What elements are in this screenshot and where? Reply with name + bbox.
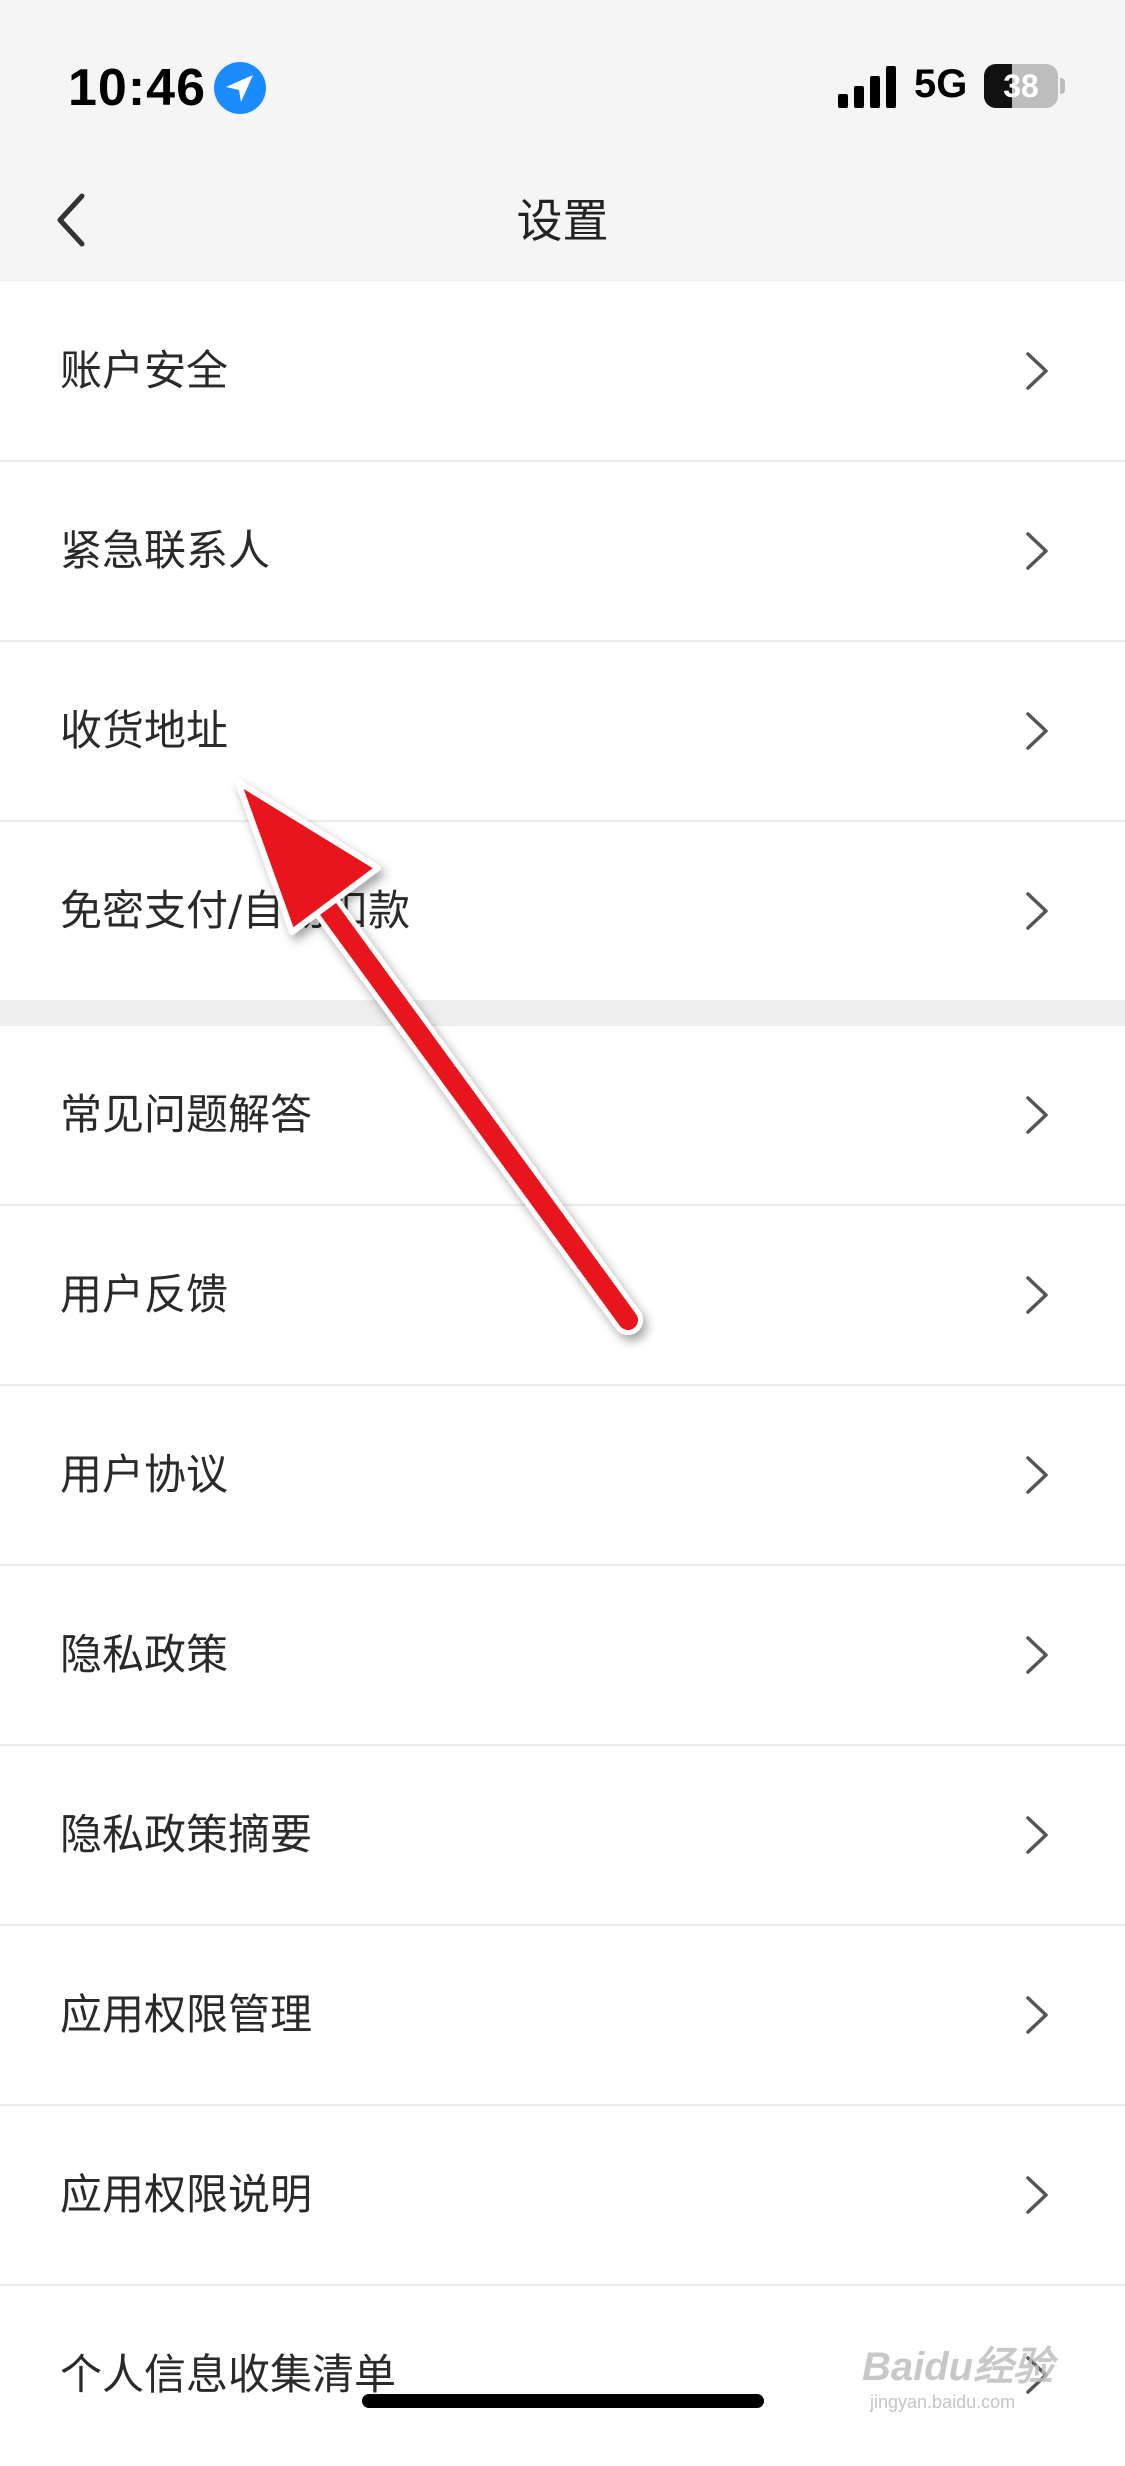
status-bar: 10:46 5G 38 [0, 0, 1125, 160]
page-title: 设置 [516, 194, 609, 248]
chevron-right-icon [1026, 1096, 1048, 1134]
status-time: 10:46 [68, 59, 206, 117]
home-indicator[interactable] [362, 2394, 764, 2408]
settings-item-privacy-policy[interactable]: 隐私政策 [0, 1566, 1125, 1746]
settings-group-account: 账户安全 紧急联系人 收货地址 免密支付/自动扣款 [0, 282, 1125, 1002]
back-button[interactable] [40, 180, 110, 260]
settings-group-help: 常见问题解答 用户反馈 用户协议 隐私政策 隐私政策摘要 应用权限管理 应用权限… [0, 1026, 1125, 2466]
settings-item-label: 账户安全 [60, 346, 229, 395]
location-arrow-icon [214, 62, 266, 114]
chevron-right-icon [1026, 892, 1048, 930]
settings-item-label: 个人信息收集清单 [60, 2350, 397, 2399]
settings-item-label: 紧急联系人 [60, 526, 271, 575]
settings-item-user-agreement[interactable]: 用户协议 [0, 1386, 1125, 1566]
settings-item-shipping-address[interactable]: 收货地址 [0, 642, 1125, 822]
settings-item-label: 常见问题解答 [60, 1090, 313, 1139]
chevron-right-icon [1026, 1276, 1048, 1314]
network-type: 5G [914, 62, 968, 106]
settings-item-label: 应用权限说明 [60, 2170, 313, 2219]
chevron-right-icon [1026, 1456, 1048, 1494]
chevron-right-icon [1026, 712, 1048, 750]
settings-item-label: 收货地址 [60, 706, 229, 755]
settings-item-label: 隐私政策 [60, 1630, 229, 1679]
chevron-right-icon [1026, 1636, 1048, 1674]
chevron-right-icon [1026, 2176, 1048, 2214]
settings-item-label: 免密支付/自动扣款 [60, 886, 411, 935]
chevron-right-icon [1026, 1996, 1048, 2034]
chevron-right-icon [1026, 2356, 1048, 2394]
settings-item-label: 应用权限管理 [60, 1990, 313, 2039]
settings-item-personal-info-list[interactable]: 个人信息收集清单 [0, 2286, 1125, 2466]
battery-level: 38 [1003, 68, 1039, 104]
cellular-signal-icon [838, 66, 896, 108]
chevron-right-icon [1026, 532, 1048, 570]
settings-item-account-security[interactable]: 账户安全 [0, 282, 1125, 462]
settings-item-permission-management[interactable]: 应用权限管理 [0, 1926, 1125, 2106]
settings-item-permission-explanation[interactable]: 应用权限说明 [0, 2106, 1125, 2286]
nav-bar: 设置 [0, 160, 1125, 282]
settings-item-privacy-summary[interactable]: 隐私政策摘要 [0, 1746, 1125, 1926]
settings-item-label: 用户反馈 [60, 1270, 229, 1319]
settings-item-emergency-contact[interactable]: 紧急联系人 [0, 462, 1125, 642]
settings-item-user-feedback[interactable]: 用户反馈 [0, 1206, 1125, 1386]
settings-item-password-free-payment[interactable]: 免密支付/自动扣款 [0, 822, 1125, 1002]
settings-item-label: 隐私政策摘要 [60, 1810, 313, 1859]
settings-item-label: 用户协议 [60, 1450, 229, 1499]
chevron-right-icon [1026, 1816, 1048, 1854]
chevron-left-icon [57, 193, 85, 247]
section-divider [0, 1000, 1125, 1026]
chevron-right-icon [1026, 352, 1048, 390]
settings-item-faq[interactable]: 常见问题解答 [0, 1026, 1125, 1206]
battery-icon: 38 [984, 64, 1066, 108]
